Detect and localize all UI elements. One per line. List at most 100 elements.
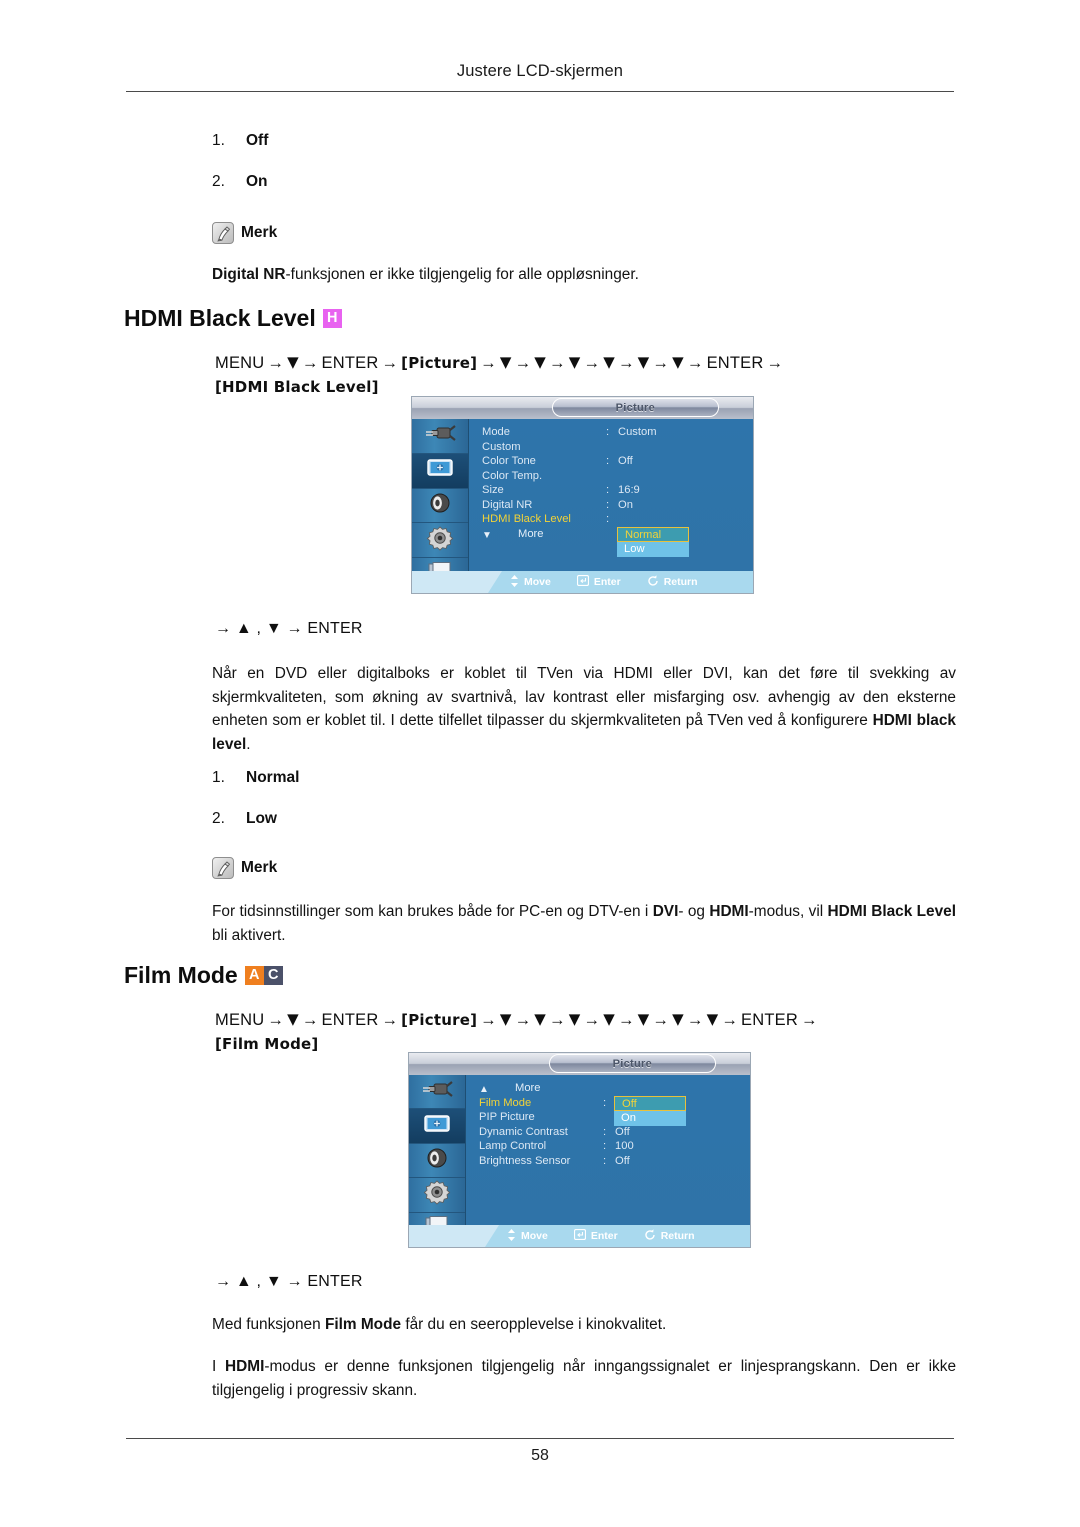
osd-menu-hdmi[interactable]: Picture Mode: Custom Custom Color Tone … xyxy=(411,396,754,594)
arrow-right-icon: → xyxy=(652,1011,670,1029)
list-item: 2. Low xyxy=(212,810,277,828)
hdmi-description-text: Når en DVD eller digitalboks er koblet t… xyxy=(212,665,956,753)
osd-dropdown-film-mode[interactable]: Off On xyxy=(614,1096,686,1126)
arrow-right-icon: → xyxy=(480,354,497,372)
note-hand-icon xyxy=(212,857,234,879)
list-item-label: On xyxy=(246,173,268,190)
list-item-label: Normal xyxy=(246,769,300,786)
input-plug-icon xyxy=(423,421,457,450)
arrow-down-icon: ▼ xyxy=(672,353,684,371)
arrow-down-icon: ▼ xyxy=(287,1010,299,1028)
list-item-label: Off xyxy=(246,132,269,149)
move-icon xyxy=(510,574,519,590)
film-description-paragraph-1: Med funksjonen Film Mode får du en seero… xyxy=(212,1316,667,1333)
osd-row-label: Film Mode xyxy=(479,1096,532,1109)
picture-screen-icon xyxy=(423,456,457,485)
osd-rail-input-plug[interactable] xyxy=(409,1075,465,1110)
note-rest-text: -funksjonen er ikke tilgjengelig for all… xyxy=(285,266,639,283)
osd-row-label: Brightness Sensor xyxy=(479,1154,571,1167)
osd-row[interactable]: Size : 16:9 xyxy=(482,484,749,499)
input-plug-icon xyxy=(420,1077,454,1106)
enter-icon xyxy=(576,575,589,589)
osd-row-value: 100 xyxy=(615,1140,634,1152)
emphasis-term: HDMI xyxy=(225,1358,265,1375)
arrow-down-icon: ▼ xyxy=(706,1010,719,1028)
note-callout: Merk xyxy=(212,222,277,244)
arrow-right-icon: → xyxy=(514,1011,532,1029)
osd-row-colon: : xyxy=(603,1125,607,1138)
arrow-down-icon: ▼ xyxy=(603,353,615,371)
osd-rail-sound[interactable] xyxy=(409,1144,465,1179)
osd-option[interactable]: Low xyxy=(617,542,689,557)
osd-footer-return[interactable]: Return xyxy=(647,575,698,590)
arrow-right-icon: → xyxy=(686,354,704,372)
osd-row-selected[interactable]: HDMI Black Level : xyxy=(482,513,749,528)
arrow-down-icon: ▼ xyxy=(287,353,299,371)
osd-row-colon: : xyxy=(606,455,610,467)
osd-option[interactable]: On xyxy=(614,1111,686,1126)
osd-row-value: Off xyxy=(615,1154,630,1167)
osd-row[interactable]: Custom xyxy=(482,441,749,456)
menu-path-target: [HDMI Black Level] xyxy=(215,378,379,396)
arrow-right-icon: → xyxy=(583,354,601,372)
menu-path-hdmi: MENU → ▼ → ENTER → [Picture] → ▼ → ▼ → ▼ → ▼ → ▼ → ▼ → ENTER… xyxy=(215,351,957,399)
osd-menu-film-mode[interactable]: Picture ▲ More Film Mode: PIP Picture D… xyxy=(408,1052,751,1248)
hdmi-note-text: For tidsinnstillinger som kan brukes båd… xyxy=(212,903,957,944)
osd-row-colon: : xyxy=(603,1154,607,1167)
arrow-right-icon: → xyxy=(583,1011,601,1029)
osd-dropdown-hdmi-black-level[interactable]: Normal Low xyxy=(617,527,689,557)
osd-row[interactable]: Color Tone : Off xyxy=(482,455,749,470)
osd-row[interactable]: Lamp Control : 100 xyxy=(479,1140,746,1155)
arrow-down-icon: ▼ xyxy=(672,1010,684,1028)
list-item-number: 2. xyxy=(212,810,225,827)
osd-rail-setup[interactable] xyxy=(409,1178,465,1213)
list-item-number: 2. xyxy=(212,173,225,190)
osd-row-label: HDMI Black Level xyxy=(482,513,571,525)
document-page: Justere LCD-skjermen 1. Off 2. On Merk Dig… xyxy=(0,0,1080,1527)
film-description-paragraph-2: I HDMI-modus er denne funksjonen tilgjen… xyxy=(212,1358,957,1399)
osd-row-value: Off xyxy=(615,1125,630,1138)
arrow-right-icon: → xyxy=(686,1011,704,1029)
osd-footer-return[interactable]: Return xyxy=(644,1229,695,1244)
osd-title: Picture xyxy=(612,1057,653,1070)
osd-rail-picture[interactable] xyxy=(409,1109,465,1144)
osd-footer-move[interactable]: Move xyxy=(507,1228,548,1244)
setup-gear-icon xyxy=(422,1179,452,1210)
osd-icon-rail[interactable] xyxy=(409,1075,466,1247)
osd-footer-move[interactable]: Move xyxy=(510,574,551,590)
arrow-down-icon: ▼ xyxy=(534,353,547,371)
osd-titlebar: Picture xyxy=(412,397,753,419)
arrow-right-icon: → xyxy=(652,354,670,372)
osd-row-colon: : xyxy=(603,1140,607,1152)
sound-speaker-icon xyxy=(422,1146,452,1175)
osd-row[interactable]: Color Temp. xyxy=(482,470,749,485)
osd-footer-enter[interactable]: Enter xyxy=(573,1229,618,1243)
osd-row-label: Color Temp. xyxy=(482,469,543,482)
osd-rail-setup[interactable] xyxy=(412,523,468,559)
arrow-down-icon: ▼ xyxy=(568,1010,581,1028)
osd-row[interactable]: Dynamic Contrast : Off xyxy=(479,1126,746,1141)
list-item: 2. On xyxy=(212,173,268,191)
osd-row-label: PIP Picture xyxy=(479,1111,535,1123)
osd-row-label: More xyxy=(515,1082,541,1094)
osd-row[interactable]: Mode : Custom xyxy=(482,426,749,441)
osd-footer-enter[interactable]: Enter xyxy=(576,575,621,589)
osd-option-highlighted[interactable]: Off xyxy=(614,1096,686,1111)
note-label: Merk xyxy=(241,224,278,241)
osd-icon-rail[interactable] xyxy=(412,419,469,593)
osd-row-more[interactable]: ▲ More xyxy=(479,1082,746,1097)
osd-row[interactable]: PIP Picture xyxy=(479,1111,746,1126)
emphasis-term: HDMI black level xyxy=(212,712,956,753)
osd-rail-picture[interactable] xyxy=(412,453,468,489)
header-divider xyxy=(126,91,954,92)
osd-row[interactable]: Brightness Sensor : Off xyxy=(479,1155,746,1170)
note-body-text: Digital NR-funksjonen er ikke tilgjengel… xyxy=(212,263,954,287)
osd-option-highlighted[interactable]: Normal xyxy=(617,527,689,542)
osd-rail-sound[interactable] xyxy=(412,489,468,524)
osd-rail-input-plug[interactable] xyxy=(412,419,468,454)
move-icon xyxy=(507,1228,516,1244)
osd-row[interactable]: Digital NR : On xyxy=(482,499,749,514)
emphasis-term: HDMI Black Level xyxy=(827,903,957,920)
osd-row-selected[interactable]: Film Mode : xyxy=(479,1097,746,1112)
osd-row-more[interactable]: ▼ More xyxy=(482,528,749,543)
